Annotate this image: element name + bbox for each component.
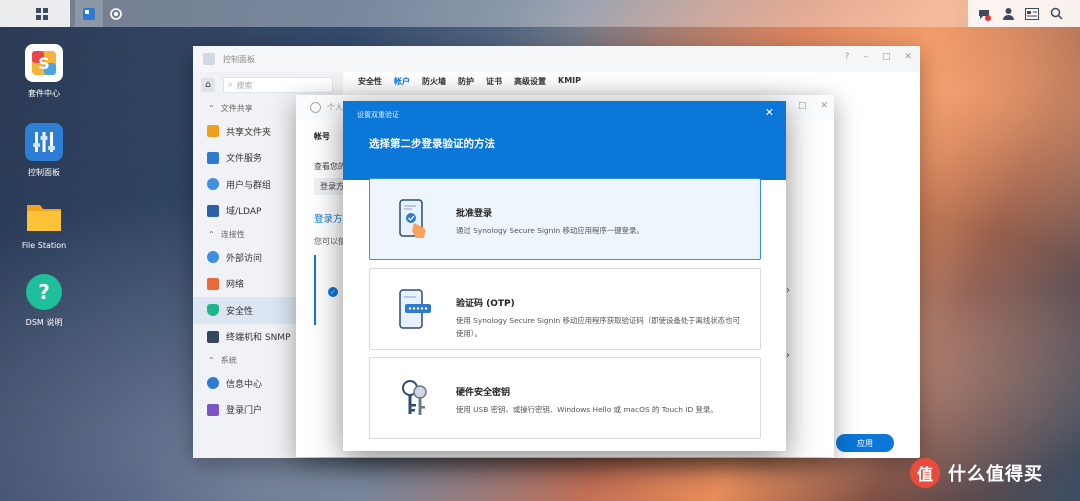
- network-home-icon: [207, 277, 219, 290]
- sidebar-item-label: 外部访问: [226, 253, 263, 264]
- gear-icon: [310, 101, 321, 113]
- svg-text:S: S: [38, 54, 50, 73]
- close-icon[interactable]: ✕: [820, 101, 828, 111]
- sidebar-item-label: 用户与群组: [226, 180, 272, 191]
- desktop-icon-file-station[interactable]: File Station: [4, 197, 84, 250]
- maximize-icon[interactable]: □: [798, 101, 807, 111]
- watermark-text: 什么值得买: [948, 464, 1043, 485]
- two-factor-modal: 设置双重验证 ✕ 选择第二步登录验证的方法 批准登录 通过 Synology S…: [343, 101, 786, 451]
- sidebar-item-label: 安全性: [226, 306, 254, 317]
- shield-icon: [207, 304, 219, 317]
- svg-text:?: ?: [38, 280, 50, 304]
- modal-header: 设置双重验证 ✕ 选择第二步登录验证的方法: [343, 101, 786, 180]
- info-icon: [207, 377, 219, 390]
- login-portal-icon: [207, 403, 219, 416]
- control-panel-tabs: 安全性 帐户 防火墙 防护 证书 高级设置 KMIP: [358, 76, 581, 87]
- sidebar-item-label: 信息中心: [226, 379, 263, 390]
- desktop-icon-label: DSM 说明: [25, 318, 63, 327]
- sidebar-item-label: 文件服务: [226, 154, 263, 165]
- login-method-heading: 登录方: [314, 214, 343, 225]
- settings-icon[interactable]: [102, 0, 130, 27]
- phone-otp-icon: [392, 287, 438, 333]
- desktop-icon-package-center[interactable]: S 套件中心: [4, 44, 84, 99]
- option-hardware-key[interactable]: 硬件安全密钥 使用 USB 密钥、或操行密钥、Windows Hello 或 m…: [369, 357, 761, 439]
- window-title: 控制面板: [223, 54, 255, 64]
- option-title: 批准登录: [456, 209, 493, 219]
- apps-grid-icon[interactable]: [28, 0, 56, 27]
- window-app-icon: [203, 53, 215, 65]
- tab-security[interactable]: 安全性: [358, 76, 382, 87]
- control-panel-icon[interactable]: [75, 0, 103, 27]
- ldap-icon: [207, 204, 219, 217]
- desktop-icon-label: File Station: [21, 241, 67, 250]
- collapse-icon: ⌃: [208, 103, 215, 113]
- option-approve-login[interactable]: 批准登录 通过 Synology Secure SignIn 移动应用程序一键登…: [369, 178, 761, 260]
- option-description: 使用 Synology Secure SignIn 移动应用程序获取验证码（即使…: [456, 316, 740, 338]
- tab-account[interactable]: 帐户: [394, 76, 410, 87]
- help-icon: ?: [25, 273, 63, 311]
- search-icon: ⌕: [228, 80, 233, 89]
- close-icon[interactable]: ✕: [904, 52, 912, 62]
- section-label: 连接性: [220, 229, 245, 239]
- tab-certificate[interactable]: 证书: [486, 76, 502, 87]
- taskbar: [0, 0, 1080, 27]
- tab-protection[interactable]: 防护: [458, 76, 474, 87]
- collapse-icon: ⌃: [208, 229, 215, 239]
- sidebar-item-label: 域/LDAP: [226, 207, 262, 218]
- option-description: 通过 Synology Secure SignIn 移动应用程序一键登录。: [456, 226, 644, 235]
- home-icon[interactable]: ⌂: [201, 78, 215, 92]
- security-key-icon: [392, 376, 438, 422]
- maximize-icon[interactable]: □: [882, 52, 891, 62]
- file-services-icon: [207, 151, 219, 164]
- tab-advanced[interactable]: 高级设置: [514, 76, 546, 87]
- close-icon[interactable]: ✕: [765, 106, 774, 119]
- chevron-right-icon[interactable]: ›: [786, 285, 790, 296]
- sidebar-item-label: 终端机和 SNMP: [226, 333, 291, 344]
- phone-approve-icon: [392, 197, 438, 243]
- package-center-icon: S: [25, 44, 63, 82]
- tab-account[interactable]: 帐号: [314, 131, 330, 142]
- folder-icon: [25, 197, 63, 235]
- window-titlebar: 控制面板: [193, 46, 920, 72]
- watermark: 值 什么值得买: [910, 458, 1043, 488]
- section-label: 系统: [220, 355, 237, 365]
- modal-header-caption: 设置双重验证: [357, 111, 399, 119]
- sidebar-item-label: 网络: [226, 280, 245, 291]
- tab-firewall[interactable]: 防火墙: [422, 76, 446, 87]
- window-controls: ? – □ ✕: [845, 52, 912, 62]
- watermark-logo-icon: 值: [910, 458, 940, 488]
- check-icon: ✓: [328, 287, 338, 297]
- search-placeholder: 搜索: [236, 80, 253, 90]
- users-icon: [207, 178, 219, 191]
- shared-folder-icon: [207, 125, 219, 138]
- option-title: 硬件安全密钥: [456, 388, 511, 398]
- collapse-icon: ⌃: [208, 355, 215, 365]
- section-label: 文件共享: [220, 103, 253, 113]
- modal-title: 选择第二步登录验证的方法: [369, 138, 495, 150]
- search-input[interactable]: ⌕ 搜索: [223, 77, 333, 93]
- external-access-icon: [207, 251, 219, 264]
- sidebar-item-label: 共享文件夹: [226, 127, 272, 138]
- selected-row-indicator: [314, 255, 316, 325]
- chevron-right-icon[interactable]: ›: [786, 350, 790, 361]
- apply-button[interactable]: 应用: [836, 434, 894, 452]
- tab-kmip[interactable]: KMIP: [558, 76, 581, 87]
- search-icon[interactable]: [1042, 0, 1070, 27]
- login-method-note: 您可以使: [314, 237, 346, 246]
- personal-window-controls: □ ✕: [798, 101, 828, 111]
- desktop-icon-dsm-help[interactable]: ? DSM 说明: [4, 273, 84, 328]
- minimize-icon[interactable]: –: [863, 52, 868, 62]
- option-description: 使用 USB 密钥、或操行密钥、Windows Hello 或 macOS 的 …: [456, 405, 718, 414]
- help-icon[interactable]: ?: [845, 52, 850, 62]
- option-title: 验证码 (OTP): [456, 299, 515, 309]
- terminal-icon: [207, 330, 219, 343]
- option-otp[interactable]: 验证码 (OTP) 使用 Synology Secure SignIn 移动应用…: [369, 268, 761, 350]
- control-panel-icon: [25, 123, 63, 161]
- desktop-icon-label: 套件中心: [28, 89, 60, 98]
- sidebar-item-label: 登录门户: [226, 406, 263, 417]
- personal-title: 个人: [327, 102, 343, 112]
- desktop-icon-control-panel[interactable]: 控制面板: [4, 123, 84, 178]
- desktop-icon-label: 控制面板: [28, 168, 60, 177]
- personal-description: 查看您的: [314, 162, 346, 171]
